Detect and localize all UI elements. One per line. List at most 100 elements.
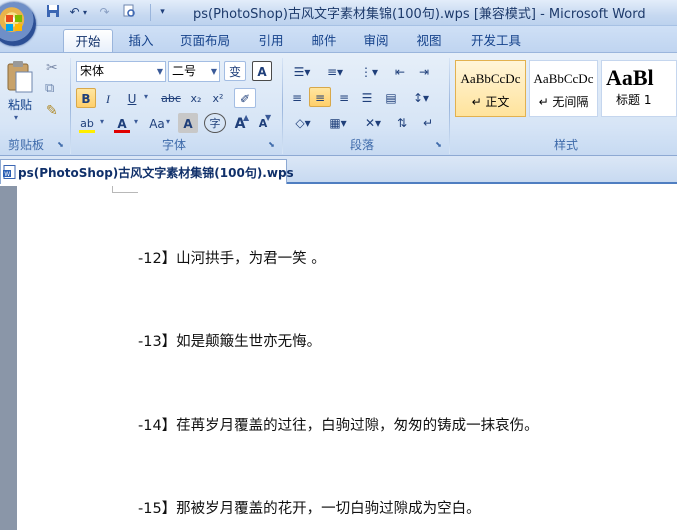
style-sample: AaBbCcDc <box>533 71 594 86</box>
paragraph-line[interactable]: -12】山河拱手，为君一笑 。 <box>138 247 326 268</box>
window-title: ps(PhotoShop)古风文字素材集锦(100句).wps [兼容模式] -… <box>193 7 646 22</box>
margin-corner-mark <box>112 186 138 193</box>
group-separator <box>70 58 71 154</box>
quick-access-separator <box>150 4 151 21</box>
clipboard-launcher-icon[interactable]: ⬊ <box>55 139 66 150</box>
customize-icon[interactable]: ▾ <box>154 4 171 21</box>
document-icon: W <box>3 165 16 179</box>
style-normal[interactable]: AaBbCcDc ↵ 正文 <box>455 60 526 117</box>
grow-arrow-icon: ▲ <box>243 113 250 122</box>
numbering-icon[interactable]: ≡▾ <box>320 61 350 81</box>
tab-developer[interactable]: 开发工具 <box>466 29 526 52</box>
group-separator <box>282 58 283 154</box>
paragraph-launcher-icon[interactable]: ⬊ <box>433 139 444 150</box>
shading-icon[interactable]: ◇▾ <box>287 112 319 132</box>
subscript-button[interactable]: x₂ <box>186 88 206 108</box>
tab-review[interactable]: 审阅 <box>359 29 393 52</box>
underline-dropdown-icon[interactable]: ▾ <box>144 92 148 101</box>
shrink-arrow-icon: ▼ <box>265 113 272 122</box>
italic-button[interactable]: I <box>98 88 118 108</box>
enclose-char-button[interactable]: 字 <box>204 113 226 133</box>
style-sample: AaBl <box>606 65 654 90</box>
paragraph-line[interactable]: -14】荏苒岁月覆盖的过往，白驹过隙，匆匆的铸成一抹哀伤。 <box>138 414 539 435</box>
bold-button[interactable]: B <box>76 88 96 108</box>
chevron-down-icon: ▼ <box>156 67 163 76</box>
tab-mailings[interactable]: 邮件 <box>307 29 341 52</box>
paste-icon[interactable] <box>5 60 35 94</box>
align-left-icon[interactable]: ≡ <box>287 87 307 107</box>
group-label-paragraph: 段落 <box>349 138 374 152</box>
document-tab-title: ps(PhotoShop)古风文字素材集锦(100句).wps <box>18 166 294 180</box>
office-logo-icon <box>6 15 22 31</box>
save-icon[interactable] <box>44 4 61 21</box>
line-spacing-icon[interactable]: ↕▾ <box>406 87 436 107</box>
align-center-icon[interactable]: ≡ <box>309 87 331 107</box>
format-painter-icon[interactable]: ✎ <box>46 103 58 119</box>
bold-label: B <box>81 92 91 106</box>
chinese-layout-icon[interactable]: ✕▾ <box>358 112 388 132</box>
font-name-value: 宋体 <box>80 64 105 78</box>
borders-icon[interactable]: ▦▾ <box>322 112 354 132</box>
tab-view[interactable]: 视图 <box>412 29 446 52</box>
print-preview-icon[interactable] <box>120 4 137 21</box>
paragraph-line[interactable]: -15】那被岁月覆盖的花开，一切白驹过隙成为空白。 <box>138 497 481 518</box>
font-size-value: 二号 <box>172 64 197 78</box>
tab-references[interactable]: 引用 <box>254 29 288 52</box>
cut-icon[interactable]: ✂ <box>46 60 58 76</box>
clear-formatting-icon[interactable]: ✐ <box>234 88 256 108</box>
sort-icon[interactable]: ⇅ <box>392 112 412 132</box>
highlight-color-bar <box>79 130 95 133</box>
enclose-label: 字 <box>209 117 221 130</box>
style-name: ↵ 正文 <box>471 95 510 109</box>
group-label-clipboard: 剪贴板 <box>7 138 44 152</box>
char-shading-label: A <box>183 117 193 131</box>
tab-insert[interactable]: 插入 <box>124 29 158 52</box>
chevron-down-icon: ▼ <box>210 67 217 76</box>
style-sample: AaBbCcDc <box>460 71 521 86</box>
document-page[interactable] <box>17 186 677 530</box>
char-shading-button[interactable]: A <box>178 113 198 133</box>
font-color-bar <box>114 130 130 133</box>
change-case-dropdown-icon[interactable]: ▾ <box>166 117 170 126</box>
char-border-label: A <box>257 65 267 79</box>
superscript-button[interactable]: x² <box>208 88 228 108</box>
highlight-dropdown-icon[interactable]: ▾ <box>100 117 104 126</box>
underline-label: U <box>127 92 137 106</box>
italic-label: I <box>106 92 110 106</box>
strikethrough-button[interactable]: abc <box>158 88 184 108</box>
font-color-label: A <box>117 117 127 131</box>
highlight-label: ab <box>80 117 94 130</box>
style-no-spacing[interactable]: AaBbCcDc ↵ 无间隔 <box>529 60 598 117</box>
tab-home[interactable]: 开始 <box>63 29 113 52</box>
bullets-icon[interactable]: ☰▾ <box>287 61 317 81</box>
copy-icon[interactable]: ⧉ <box>45 81 54 96</box>
style-name: ↵ 无间隔 <box>538 95 589 109</box>
style-name: 标题 1 <box>616 93 652 107</box>
tab-page-layout[interactable]: 页面布局 <box>175 29 235 52</box>
decrease-indent-icon[interactable]: ⇤ <box>390 61 410 81</box>
font-color-dropdown-icon[interactable]: ▾ <box>134 117 138 126</box>
strike-label: abc <box>161 92 181 105</box>
paste-dropdown-icon[interactable]: ▾ <box>14 113 18 122</box>
style-heading-1[interactable]: AaBl 标题 1 <box>601 60 677 117</box>
distributed-icon[interactable]: ▤ <box>381 87 401 107</box>
wen-phonetic-button[interactable]: 变 <box>224 61 246 81</box>
align-right-icon[interactable]: ≡ <box>334 87 354 107</box>
char-border-button[interactable]: A <box>252 61 272 81</box>
sub-label: x₂ <box>190 92 202 105</box>
group-label-font: 字体 <box>161 138 186 152</box>
justify-icon[interactable]: ☰ <box>357 87 377 107</box>
font-name-combo[interactable]: 宋体 ▼ <box>76 61 166 82</box>
multilevel-list-icon[interactable]: ⋮▾ <box>354 61 384 81</box>
paste-button[interactable]: 粘贴 <box>8 96 32 113</box>
font-launcher-icon[interactable]: ⬊ <box>266 139 277 150</box>
font-size-combo[interactable]: 二号 ▼ <box>168 61 220 82</box>
show-marks-icon[interactable]: ↵ <box>418 112 438 132</box>
increase-indent-icon[interactable]: ⇥ <box>414 61 434 81</box>
paragraph-line[interactable]: -13】如是颠簸生世亦无悔。 <box>138 330 321 351</box>
undo-dropdown-icon[interactable]: ▾ <box>80 4 90 21</box>
redo-icon[interactable]: ↷ <box>96 4 113 21</box>
underline-button[interactable]: U <box>122 88 142 108</box>
group-label-styles: 样式 <box>553 138 578 152</box>
sup-label: x² <box>212 92 224 105</box>
